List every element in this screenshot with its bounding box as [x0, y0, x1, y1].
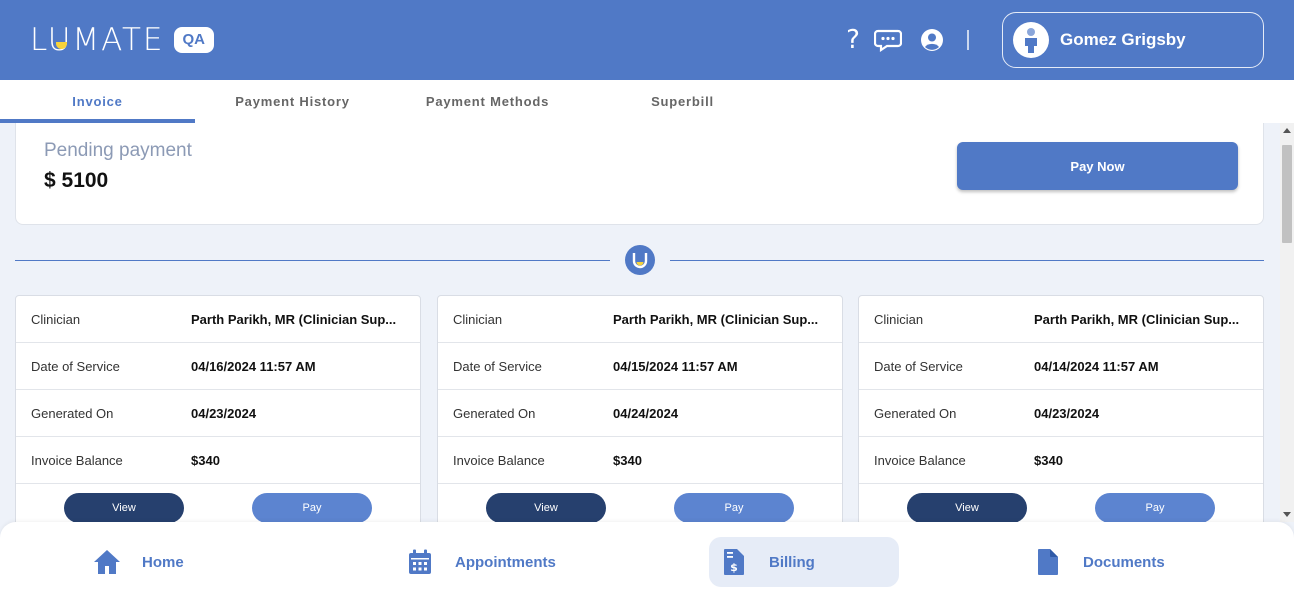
nav-billing[interactable]: $ Billing: [709, 537, 899, 587]
chat-icon[interactable]: [874, 26, 902, 54]
invoice-balance-value: $340: [613, 452, 642, 468]
invoice-row-clinician: Clinician Parth Parikh, MR (Clinician Su…: [438, 296, 842, 343]
pending-payment-amount: $ 5100: [44, 169, 109, 192]
lumate-logo[interactable]: LUMATE QA: [30, 24, 214, 56]
nav-billing-label: Billing: [769, 553, 815, 571]
lumate-u-icon: [625, 245, 655, 275]
invoice-row-balance: Invoice Balance $340: [859, 437, 1263, 484]
env-badge: QA: [173, 27, 214, 53]
clinician-label: Clinician: [31, 311, 81, 327]
view-invoice-button[interactable]: View: [486, 493, 606, 522]
scroll-down-arrow-icon[interactable]: [1283, 512, 1291, 517]
invoice-row-date-of-service: Date of Service 04/15/2024 11:57 AM: [438, 343, 842, 390]
generated-on-label: Generated On: [31, 405, 114, 421]
invoice-row-generated-on: Generated On 04/23/2024: [859, 390, 1263, 437]
invoice-row-date-of-service: Date of Service 04/14/2024 11:57 AM: [859, 343, 1263, 390]
pending-payment-card: Pending payment $ 5100 Pay Now: [15, 123, 1264, 225]
invoice-actions: View Pay: [438, 484, 842, 522]
generated-on-value: 04/24/2024: [613, 405, 679, 421]
date-of-service-label: Date of Service: [31, 358, 120, 374]
date-of-service-value: 04/15/2024 11:57 AM: [613, 358, 738, 374]
invoice-balance-value: $340: [1034, 452, 1063, 468]
user-profile-button[interactable]: Gomez Grigsby: [1002, 12, 1264, 68]
tab-invoice[interactable]: Invoice: [0, 80, 195, 123]
invoice-row-generated-on: Generated On 04/23/2024: [16, 390, 420, 437]
header-divider: [967, 30, 969, 50]
date-of-service-label: Date of Service: [453, 358, 542, 374]
date-of-service-value: 04/14/2024 11:57 AM: [1034, 358, 1159, 374]
nav-home-label: Home: [142, 553, 184, 571]
clinician-value: Parth Parikh, MR (Clinician Sup...: [613, 311, 819, 327]
generated-on-label: Generated On: [874, 405, 957, 421]
clinician-value: Parth Parikh, MR (Clinician Sup...: [1034, 311, 1240, 327]
invoice-row-balance: Invoice Balance $340: [16, 437, 420, 484]
account-icon[interactable]: [918, 26, 946, 54]
invoice-row-clinician: Clinician Parth Parikh, MR (Clinician Su…: [16, 296, 420, 343]
app-header: LUMATE QA ? Gomez Grigsby: [0, 0, 1294, 80]
user-name: Gomez Grigsby: [1060, 30, 1186, 49]
generated-on-value: 04/23/2024: [1034, 405, 1100, 421]
tab-payment-history[interactable]: Payment History: [195, 80, 390, 123]
invoice-row-date-of-service: Date of Service 04/16/2024 11:57 AM: [16, 343, 420, 390]
invoice-content: Pending payment $ 5100 Pay Now Clinician…: [0, 123, 1280, 522]
scrollbar-thumb[interactable]: [1282, 145, 1292, 243]
date-of-service-value: 04/16/2024 11:57 AM: [191, 358, 316, 374]
clinician-label: Clinician: [453, 311, 503, 327]
nav-documents-label: Documents: [1083, 553, 1165, 571]
tab-payment-methods[interactable]: Payment Methods: [390, 80, 585, 123]
home-icon: [92, 547, 122, 577]
generated-on-value: 04/23/2024: [191, 405, 257, 421]
date-of-service-label: Date of Service: [874, 358, 963, 374]
nav-home[interactable]: Home: [92, 537, 232, 587]
view-invoice-button[interactable]: View: [907, 493, 1027, 522]
clinician-value: Parth Parikh, MR (Clinician Sup...: [191, 311, 397, 327]
generated-on-label: Generated On: [453, 405, 536, 421]
divider-line-right: [670, 260, 1264, 261]
view-invoice-button[interactable]: View: [64, 493, 184, 522]
invoice-balance-value: $340: [191, 452, 220, 468]
help-icon[interactable]: ?: [839, 25, 867, 55]
calendar-icon: [405, 547, 435, 577]
clinician-label: Clinician: [874, 311, 924, 327]
tab-superbill[interactable]: Superbill: [585, 80, 780, 123]
pending-payment-label: Pending payment: [44, 140, 192, 161]
invoice-dollar-icon: $: [719, 547, 749, 577]
invoice-card: Clinician Parth Parikh, MR (Clinician Su…: [15, 295, 421, 522]
invoice-balance-label: Invoice Balance: [874, 452, 966, 468]
invoice-actions: View Pay: [859, 484, 1263, 522]
billing-tabs: Invoice Payment History Payment Methods …: [0, 80, 1294, 123]
invoice-row-generated-on: Generated On 04/24/2024: [438, 390, 842, 437]
invoice-row-balance: Invoice Balance $340: [438, 437, 842, 484]
pay-invoice-button[interactable]: Pay: [674, 493, 794, 522]
pay-invoice-button[interactable]: Pay: [252, 493, 372, 522]
invoice-row-clinician: Clinician Parth Parikh, MR (Clinician Su…: [859, 296, 1263, 343]
divider-line-left: [15, 260, 610, 261]
invoice-balance-label: Invoice Balance: [31, 452, 123, 468]
content-scrollbar[interactable]: [1280, 123, 1294, 522]
pay-invoice-button[interactable]: Pay: [1095, 493, 1215, 522]
invoice-card: Clinician Parth Parikh, MR (Clinician Su…: [437, 295, 843, 522]
invoice-balance-label: Invoice Balance: [453, 452, 545, 468]
avatar: [1013, 22, 1049, 58]
nav-appointments-label: Appointments: [455, 553, 556, 571]
nav-appointments[interactable]: Appointments: [405, 537, 605, 587]
logo-wordmark: LUMATE: [30, 22, 165, 58]
invoice-actions: View Pay: [16, 484, 420, 522]
scroll-up-arrow-icon[interactable]: [1283, 128, 1291, 133]
nav-documents[interactable]: Documents: [1033, 537, 1203, 587]
document-icon: [1033, 547, 1063, 577]
bottom-navigation: Home Appointments $ Billing Documents: [0, 522, 1294, 602]
pay-now-button[interactable]: Pay Now: [957, 142, 1238, 190]
svg-text:$: $: [730, 561, 738, 574]
invoice-card: Clinician Parth Parikh, MR (Clinician Su…: [858, 295, 1264, 522]
